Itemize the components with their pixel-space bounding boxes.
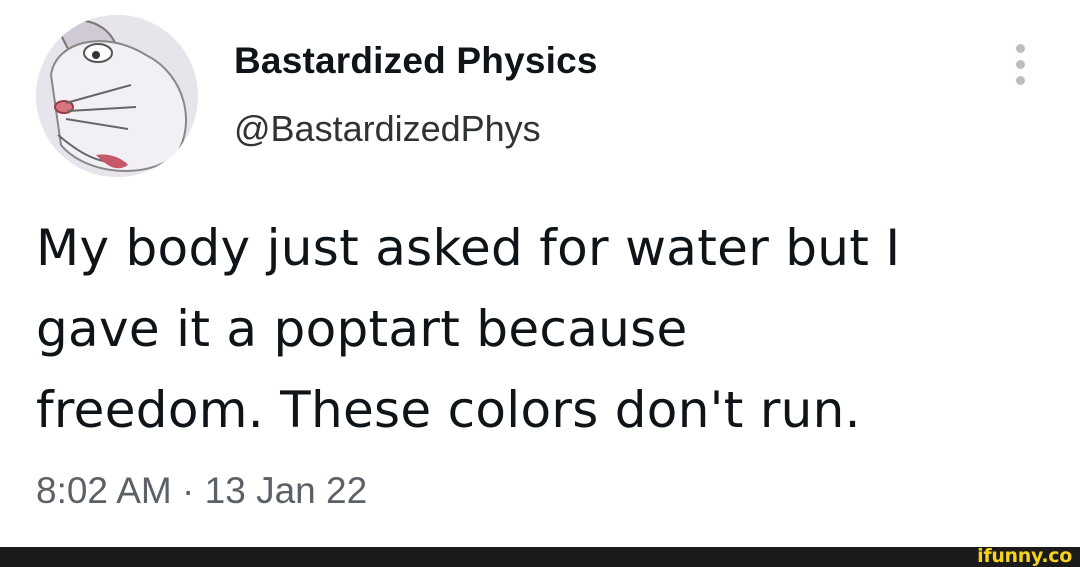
more-options-button[interactable] [1004,40,1036,90]
profile-avatar[interactable] [36,15,198,177]
tweet-text-line: gave it a poptart because [36,300,688,358]
bugs-bunny-avatar-icon [36,15,198,177]
tweet-timestamp[interactable]: 8:02 AM · 13 Jan 22 [36,470,367,512]
tweet-card: Bastardized Physics @BastardizedPhys My … [0,0,1080,547]
tweet-text: My body just asked for water but I gave … [36,208,1056,451]
tweet-text-line: freedom. These colors don't run. [36,381,861,439]
watermark-bar: ifunny.co [0,545,1080,567]
tweet-text-line: My body just asked for water but I [36,219,901,277]
display-name[interactable]: Bastardized Physics [234,40,598,82]
user-handle[interactable]: @BastardizedPhys [234,108,541,150]
ifunny-watermark: ifunny.co [977,545,1072,567]
